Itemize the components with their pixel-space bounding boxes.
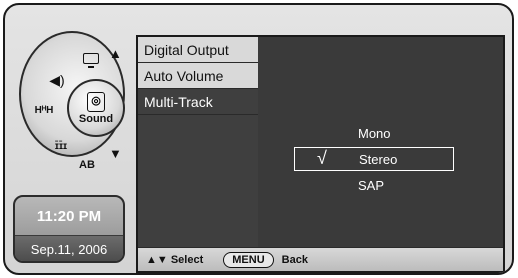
- option-mono[interactable]: Mono: [294, 121, 454, 145]
- multi-track-options: Mono √ Stereo SAP: [258, 37, 503, 247]
- tv-icon: [83, 52, 99, 68]
- option-stereo[interactable]: √ Stereo: [294, 147, 454, 171]
- picture-icon[interactable]: [79, 49, 103, 68]
- tv-frame: ◀) HᴴH ɪ̄ɪ̄ɪ AB ◎ Sound ▲ ▼ 11:20 PM Sep…: [3, 3, 514, 275]
- back-hint: Back: [281, 253, 308, 266]
- up-arrow-icon[interactable]: ▲: [109, 46, 122, 61]
- select-hint: ▲▼ Select: [146, 253, 204, 266]
- menu-key-button[interactable]: MENU: [223, 251, 274, 268]
- channel-icon[interactable]: HᴴH: [32, 101, 56, 119]
- sound-center-button[interactable]: ◎ Sound: [67, 79, 125, 137]
- option-list: Mono √ Stereo SAP: [294, 121, 454, 197]
- menu-item-multi-track[interactable]: Multi-Track: [138, 89, 258, 115]
- menu-list: Digital Output Auto Volume Multi-Track: [138, 37, 258, 247]
- clock-time: 11:20 PM: [36, 207, 102, 225]
- menu-item-digital-output[interactable]: Digital Output: [138, 37, 258, 63]
- setup-icon[interactable]: ɪ̄ɪ̄ɪ: [49, 137, 73, 155]
- help-bar: ▲▼ Select MENU Back: [138, 247, 503, 271]
- down-arrow-icon[interactable]: ▼: [109, 146, 122, 161]
- sound-menu-panel: Digital Output Auto Volume Multi-Track M…: [136, 35, 505, 273]
- sound-label: Sound: [78, 112, 114, 125]
- speaker-icon[interactable]: ◀): [45, 71, 69, 89]
- option-mono-label: Mono: [358, 125, 391, 141]
- sound-speaker-icon: ◎: [87, 91, 105, 112]
- input-ab-icon[interactable]: AB: [75, 156, 99, 174]
- option-sap[interactable]: SAP: [294, 173, 454, 197]
- clock-panel: 11:20 PM Sep.11, 2006: [13, 195, 125, 263]
- option-sap-label: SAP: [358, 177, 385, 193]
- check-icon: √: [317, 148, 327, 168]
- menu-wheel: ◀) HᴴH ɪ̄ɪ̄ɪ AB ◎ Sound ▲ ▼: [11, 21, 137, 171]
- option-stereo-label: Stereo: [359, 151, 398, 167]
- clock-date: Sep.11, 2006: [15, 235, 123, 261]
- menu-item-auto-volume[interactable]: Auto Volume: [138, 63, 258, 89]
